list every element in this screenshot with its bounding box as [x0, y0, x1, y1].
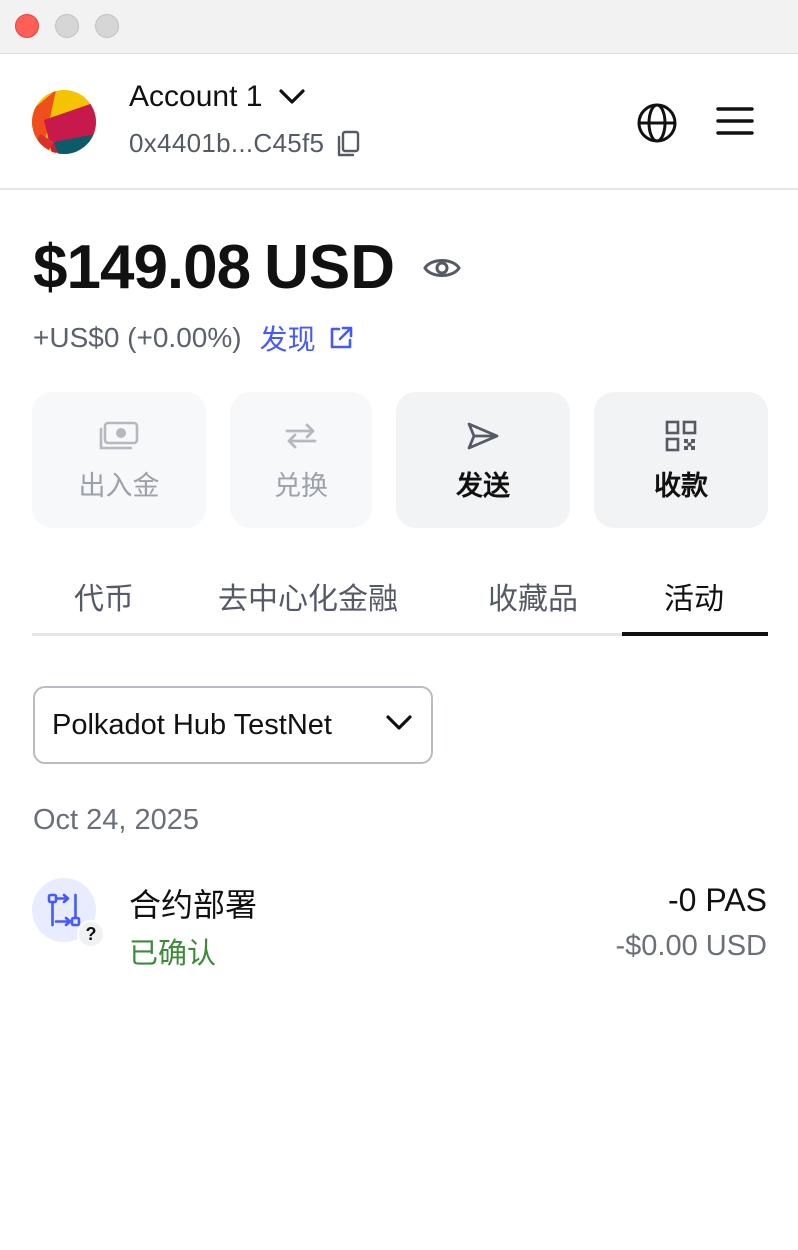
chevron-down-icon: [278, 88, 306, 106]
menu-icon[interactable]: [716, 106, 754, 141]
account-selector[interactable]: Account 1: [129, 80, 306, 114]
balance-row: $149.08 USD: [33, 232, 461, 303]
minimize-window-button[interactable]: [55, 14, 79, 38]
activity-item-status: 已确认: [129, 938, 217, 970]
wallet-window: Account 1 0x4401b...C45f5 $149.08 USD +U…: [0, 0, 798, 1250]
receive-button[interactable]: 收款: [594, 392, 768, 528]
tab-activity[interactable]: 活动: [664, 574, 724, 618]
discover-link[interactable]: 发现: [260, 318, 316, 358]
tab-defi[interactable]: 去中心化金融: [218, 574, 398, 618]
network-select-value: Polkadot Hub TestNet: [52, 708, 332, 741]
send-icon: [466, 420, 500, 452]
activity-item-amount: -0 PAS: [668, 882, 767, 918]
account-name: Account 1: [129, 80, 263, 113]
globe-icon[interactable]: [636, 102, 678, 149]
account-address: 0x4401b...C45f5: [129, 128, 325, 158]
swap-button[interactable]: 兑换: [230, 392, 372, 528]
account-address-row[interactable]: 0x4401b...C45f5: [129, 128, 360, 159]
balance-amount: $149.08: [33, 233, 251, 302]
send-label: 发送: [456, 471, 510, 501]
copy-icon[interactable]: [336, 130, 360, 158]
send-button[interactable]: 发送: [396, 392, 570, 528]
account-avatar[interactable]: [32, 90, 96, 154]
unknown-network-badge: ?: [77, 920, 105, 948]
external-link-icon[interactable]: [328, 325, 354, 351]
zoom-window-button[interactable]: [95, 14, 119, 38]
balance-change: +US$0 (+0.00%): [33, 322, 242, 353]
tab-nfts[interactable]: 收藏品: [488, 574, 578, 618]
balance-change-row: +US$0 (+0.00%) 发现: [33, 318, 354, 358]
qr-code-icon: [665, 420, 697, 452]
chevron-down-icon: [385, 714, 413, 732]
tab-tokens[interactable]: 代币: [74, 574, 134, 618]
network-select[interactable]: Polkadot Hub TestNet: [33, 686, 433, 764]
receive-label: 收款: [654, 471, 708, 501]
buy-sell-icon: [99, 420, 139, 452]
account-header: Account 1 0x4401b...C45f5: [0, 54, 798, 190]
buy-sell-button[interactable]: 出入金: [32, 392, 206, 528]
active-tab-indicator: [622, 632, 768, 636]
title-bar: [0, 0, 798, 54]
balance-currency: USD: [264, 233, 396, 302]
buy-sell-label: 出入金: [78, 471, 160, 501]
swap-icon: [283, 420, 319, 452]
activity-item-fiat: -$0.00 USD: [615, 930, 767, 962]
eye-icon[interactable]: [423, 255, 461, 281]
swap-label: 兑换: [274, 471, 328, 501]
close-window-button[interactable]: [15, 14, 39, 38]
activity-date-heading: Oct 24, 2025: [33, 804, 200, 836]
activity-item-title: 合约部署: [129, 887, 258, 923]
